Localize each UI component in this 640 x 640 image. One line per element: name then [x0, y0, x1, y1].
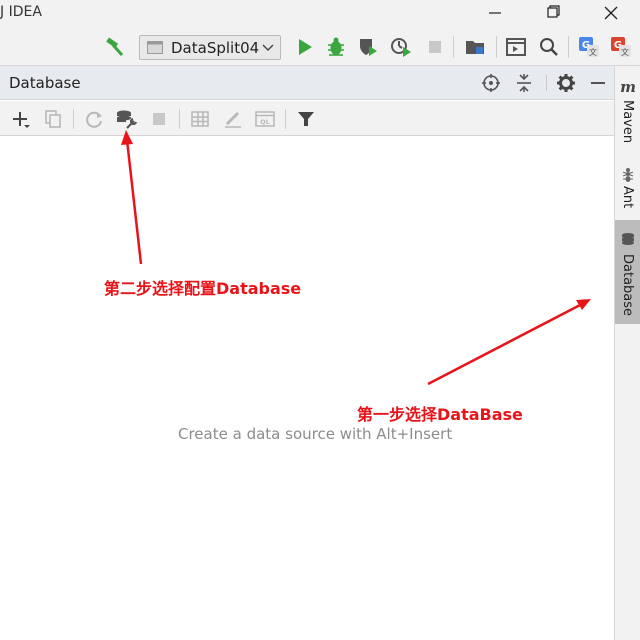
project-structure-button[interactable]	[464, 36, 486, 58]
add-icon	[13, 112, 30, 128]
stripe-tab-ant[interactable]: Ant	[615, 160, 640, 216]
refresh-icon	[86, 111, 102, 128]
open-table-button[interactable]	[189, 108, 211, 130]
project-structure-icon	[466, 41, 484, 54]
stripe-label-ant: Ant	[620, 186, 635, 209]
database-tool-window-header: Database	[0, 66, 614, 100]
header-divider	[546, 75, 547, 91]
collapse-all-button[interactable]	[514, 73, 534, 93]
maven-icon: m	[620, 78, 636, 96]
build-hammer-icon	[106, 37, 124, 57]
terminal-button[interactable]	[505, 36, 527, 58]
duplicate-button[interactable]	[42, 108, 64, 130]
coverage-icon	[360, 39, 377, 56]
stripe-label-maven: Maven	[620, 100, 635, 144]
open-console-button[interactable]: QL	[254, 108, 276, 130]
database-toolbar: QL	[0, 101, 614, 136]
run-button[interactable]	[294, 36, 316, 58]
scroll-from-source-button[interactable]	[481, 73, 501, 93]
database-tree-area[interactable]: Create a data source with Alt+Insert	[0, 136, 614, 640]
annotation-step1: 第一步选择DataBase	[357, 405, 523, 424]
search-icon	[540, 38, 558, 56]
stripe-tab-database[interactable]: Database	[615, 220, 640, 324]
title-bar: J IDEA	[0, 0, 640, 26]
minimize-icon	[591, 82, 605, 84]
svg-text:QL: QL	[260, 118, 270, 126]
console-icon: QL	[255, 111, 275, 127]
translate-button[interactable]: G 文	[578, 36, 600, 58]
minimize-button[interactable]	[472, 0, 518, 26]
chevron-down-icon	[262, 44, 274, 51]
toolbar-divider	[453, 36, 454, 58]
collapse-icon	[517, 74, 531, 92]
coverage-button[interactable]	[357, 36, 379, 58]
gear-icon	[557, 74, 575, 92]
toolbar-divider	[73, 109, 74, 129]
data-source-properties-button[interactable]	[115, 108, 138, 130]
stripe-tab-maven[interactable]: m Maven	[615, 70, 640, 152]
minimize-icon	[489, 12, 501, 14]
edit-source-button[interactable]	[222, 108, 244, 130]
translate-icon: G 文	[579, 37, 599, 57]
svg-text:文: 文	[589, 47, 597, 57]
stop-icon	[153, 113, 165, 125]
main-toolbar: DataSplit04 G 文 G 文	[0, 26, 640, 66]
svg-text:文: 文	[621, 47, 629, 57]
table-icon	[191, 111, 209, 127]
stop-icon	[429, 41, 441, 53]
refresh-button[interactable]	[83, 108, 105, 130]
stop-button[interactable]	[148, 108, 170, 130]
run-configuration-selector[interactable]: DataSplit04	[139, 35, 281, 60]
right-tool-stripe: m Maven Ant Database	[614, 66, 640, 640]
maximize-icon	[547, 5, 560, 18]
hide-tool-window-button[interactable]	[588, 73, 608, 93]
build-button[interactable]	[104, 36, 126, 58]
toolbar-divider	[179, 109, 180, 129]
stop-button[interactable]	[424, 36, 446, 58]
profile-icon	[391, 38, 411, 57]
database-icon	[622, 233, 634, 245]
edit-icon	[225, 111, 241, 128]
settings-button[interactable]	[556, 73, 576, 93]
svg-text:m: m	[620, 78, 636, 96]
run-config-icon	[147, 41, 163, 54]
toolbar-divider	[568, 36, 569, 58]
debug-button[interactable]	[325, 36, 347, 58]
data-source-properties-icon	[117, 110, 138, 129]
filter-button[interactable]	[295, 108, 317, 130]
target-icon	[482, 74, 500, 92]
annotation-step2: 第二步选择配置Database	[104, 279, 302, 298]
debug-icon	[328, 37, 344, 56]
toolbar-divider	[285, 109, 286, 129]
stripe-label-database: Database	[620, 254, 635, 317]
google-translate-button[interactable]: G 文	[610, 36, 632, 58]
run-icon	[299, 39, 312, 55]
close-button[interactable]	[588, 0, 634, 26]
terminal-icon	[506, 38, 526, 56]
copy-icon	[45, 110, 61, 128]
filter-icon	[298, 112, 314, 126]
profile-button[interactable]	[390, 36, 412, 58]
toolbar-divider	[496, 36, 497, 58]
add-data-source-button[interactable]	[9, 108, 31, 130]
run-config-label: DataSplit04	[171, 39, 260, 57]
search-button[interactable]	[538, 36, 560, 58]
ant-icon	[622, 168, 634, 182]
maximize-button[interactable]	[530, 0, 576, 26]
google-translate-icon: G 文	[611, 37, 631, 57]
window-title: J IDEA	[0, 4, 42, 20]
tool-window-title: Database	[9, 74, 81, 92]
close-icon	[604, 6, 618, 20]
empty-state-text: Create a data source with Alt+Insert	[178, 425, 453, 443]
